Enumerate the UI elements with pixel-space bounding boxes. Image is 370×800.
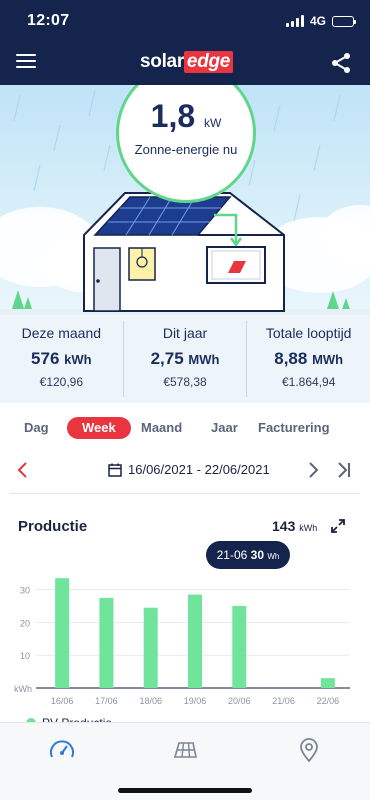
stat-value: 8,88 MWh (247, 349, 370, 369)
chart-bar (55, 578, 70, 688)
chart-bar (232, 606, 247, 688)
divider (10, 493, 360, 494)
stat-cost: €120,96 (39, 375, 84, 389)
date-navigator: 16/06/2021 - 22/06/2021 (0, 455, 370, 487)
chart-bar (188, 594, 202, 688)
x-tick-label: 16/06 (51, 696, 74, 706)
x-tick-label: 21/06 (272, 696, 295, 706)
chart-bar (143, 607, 158, 688)
stat-number: 576 (31, 349, 60, 368)
stat-cost: €1.864,94 (281, 375, 336, 389)
x-tick-label: 17/06 (95, 696, 118, 706)
location-pin-icon[interactable] (296, 737, 322, 763)
stat-cost: €578,38 (163, 375, 207, 389)
y-axis-unit-label: kWh (14, 684, 32, 694)
y-tick-label: 10 (20, 651, 30, 661)
stat-year: Dit jaar 2,75 MWh €578,38 (122, 321, 247, 397)
status-time: 12:07 (27, 12, 70, 29)
current-power-value: 1,8 kW (119, 98, 253, 135)
tab-dag[interactable]: Dag (24, 417, 49, 439)
chevron-left-icon[interactable] (16, 461, 30, 479)
skip-to-end-icon[interactable] (336, 461, 352, 479)
stat-lifetime: Totale looptijd 8,88 MWh €1.864,94 (246, 321, 370, 397)
share-icon[interactable] (330, 52, 352, 74)
chart-bar (99, 597, 114, 688)
production-total-value: 143 (272, 518, 296, 534)
signal-icon (285, 15, 304, 27)
home-indicator (118, 788, 252, 793)
solar-panel-layout-icon[interactable] (172, 737, 198, 763)
x-tick-label: 20/06 (228, 696, 251, 706)
date-range-label: 16/06/2021 - 22/06/2021 (128, 462, 270, 477)
stat-unit: MWh (188, 352, 220, 367)
production-total: 143 kWh (272, 518, 317, 534)
energy-flow-scene: 1,8 kW Zonne-energie nu (0, 85, 370, 315)
stat-value: 576 kWh (0, 349, 123, 369)
tab-jaar[interactable]: Jaar (211, 417, 238, 439)
stat-unit: kWh (64, 352, 92, 367)
current-power-label: Zonne-energie nu (134, 142, 238, 157)
battery-icon (332, 15, 356, 27)
tooltip-unit: Wh (267, 552, 280, 561)
stat-number: 2,75 (150, 349, 184, 368)
hamburger-menu-icon[interactable] (16, 54, 36, 70)
dashboard-gauge-icon[interactable] (49, 737, 75, 763)
expand-icon[interactable] (330, 518, 346, 534)
network-label: 4G (309, 14, 326, 28)
tooltip-value: 30 (250, 548, 265, 562)
chart-tooltip: 21-06 30 Wh (206, 541, 290, 569)
production-title: Productie (18, 518, 88, 535)
stat-value: 2,75 MWh (124, 349, 247, 369)
x-tick-label: 19/06 (184, 696, 207, 706)
chevron-right-icon[interactable] (306, 461, 320, 479)
stat-title: Totale looptijd (265, 325, 352, 341)
status-right: 4G (285, 14, 356, 28)
production-total-unit: kWh (299, 523, 318, 533)
stat-number: 8,88 (274, 349, 308, 368)
logo-part-edge: edge (183, 51, 234, 73)
x-tick-label: 18/06 (139, 696, 162, 706)
tab-week[interactable]: Week (67, 417, 131, 439)
energy-summary: Deze maand 576 kWh €120,96 Dit jaar 2,75… (0, 315, 370, 403)
x-tick-label: 22/06 (317, 696, 340, 706)
y-tick-label: 20 (20, 618, 30, 628)
stat-title: Dit jaar (162, 325, 208, 341)
tab-facturering[interactable]: Facturering (258, 417, 330, 439)
solaredge-logo: solar edge (140, 51, 234, 73)
current-power-unit: kW (204, 116, 222, 130)
calendar-icon (108, 463, 122, 477)
production-bar-chart[interactable]: 10 20 30 kWh 16/06 17/06 18/06 19/06 20/06 21/06 2… (0, 570, 370, 720)
period-tabs: Dag Week Maand Jaar Facturering (0, 417, 370, 441)
current-power-number: 1,8 (150, 98, 196, 134)
stat-title: Deze maand (21, 325, 102, 341)
chart-bar (320, 678, 335, 688)
status-bar: 12:07 4G (0, 0, 370, 44)
tab-maand[interactable]: Maand (141, 417, 182, 439)
top-bar: 12:07 4G solar edge (0, 0, 370, 85)
y-tick-label: 30 (20, 586, 30, 596)
stat-unit: MWh (312, 352, 344, 367)
bottom-navigation (0, 722, 370, 800)
logo-part-solar: solar (140, 51, 184, 72)
stat-month: Deze maand 576 kWh €120,96 (0, 315, 123, 403)
date-range-picker[interactable]: 16/06/2021 - 22/06/2021 (108, 462, 270, 477)
tooltip-date: 21-06 (216, 548, 248, 562)
